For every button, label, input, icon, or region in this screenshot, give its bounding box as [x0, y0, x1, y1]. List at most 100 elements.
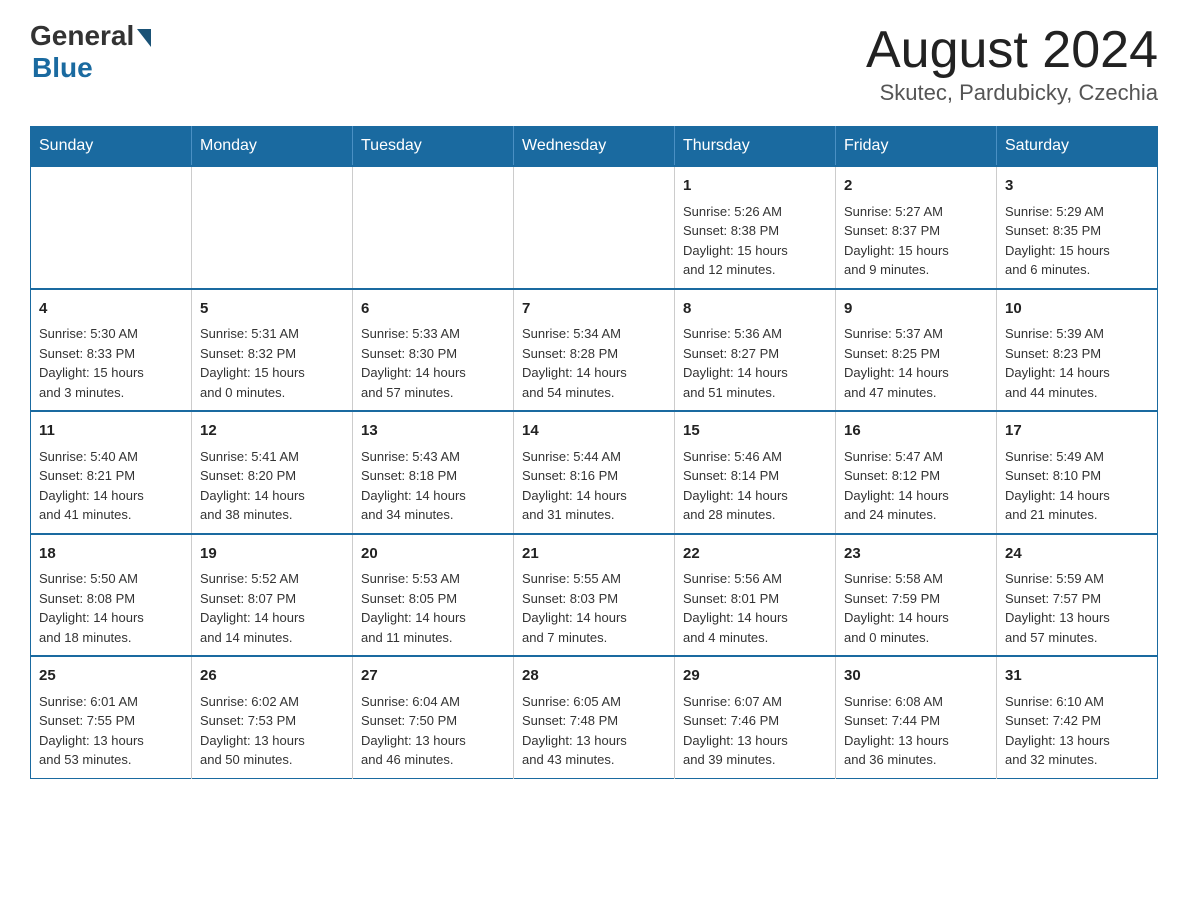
- day-number: 13: [361, 420, 505, 443]
- day-info: Sunrise: 5:30 AMSunset: 8:33 PMDaylight:…: [39, 324, 183, 402]
- calendar-cell: 11Sunrise: 5:40 AMSunset: 8:21 PMDayligh…: [31, 411, 192, 534]
- day-number: 27: [361, 665, 505, 688]
- week-row-3: 11Sunrise: 5:40 AMSunset: 8:21 PMDayligh…: [31, 411, 1158, 534]
- day-info: Sunrise: 5:52 AMSunset: 8:07 PMDaylight:…: [200, 569, 344, 647]
- day-info: Sunrise: 5:49 AMSunset: 8:10 PMDaylight:…: [1005, 447, 1149, 525]
- day-info: Sunrise: 5:56 AMSunset: 8:01 PMDaylight:…: [683, 569, 827, 647]
- day-info: Sunrise: 5:37 AMSunset: 8:25 PMDaylight:…: [844, 324, 988, 402]
- weekday-header-thursday: Thursday: [675, 127, 836, 167]
- calendar-cell: 8 Sunrise: 5:36 AMSunset: 8:27 PMDaylight…: [675, 289, 836, 412]
- week-row-5: 25 Sunrise: 6:01 AMSunset: 7:55 PMDayligh…: [31, 656, 1158, 778]
- day-number: 14: [522, 420, 666, 443]
- week-row-4: 18Sunrise: 5:50 AMSunset: 8:08 PMDayligh…: [31, 534, 1158, 657]
- logo-blue-text: Blue: [32, 52, 93, 84]
- day-info: Sunrise: 6:01 AMSunset: 7:55 PMDaylight:…: [39, 692, 183, 770]
- day-info: Sunrise: 5:39 AMSunset: 8:23 PMDaylight:…: [1005, 324, 1149, 402]
- weekday-header-wednesday: Wednesday: [514, 127, 675, 167]
- day-number: 8: [683, 298, 827, 321]
- calendar-cell: [514, 166, 675, 289]
- day-info: Sunrise: 5:43 AMSunset: 8:18 PMDaylight:…: [361, 447, 505, 525]
- day-info: Sunrise: 5:26 AMSunset: 8:38 PMDaylight:…: [683, 202, 827, 280]
- calendar-cell: 29 Sunrise: 6:07 AMSunset: 7:46 PMDayligh…: [675, 656, 836, 778]
- calendar-cell: 22Sunrise: 5:56 AMSunset: 8:01 PMDayligh…: [675, 534, 836, 657]
- calendar-cell: [31, 166, 192, 289]
- weekday-header-saturday: Saturday: [997, 127, 1158, 167]
- day-number: 23: [844, 543, 988, 566]
- calendar-cell: 26Sunrise: 6:02 AMSunset: 7:53 PMDayligh…: [192, 656, 353, 778]
- day-info: Sunrise: 5:55 AMSunset: 8:03 PMDaylight:…: [522, 569, 666, 647]
- day-info: Sunrise: 5:59 AMSunset: 7:57 PMDaylight:…: [1005, 569, 1149, 647]
- calendar-cell: 20 Sunrise: 5:53 AMSunset: 8:05 PMDayligh…: [353, 534, 514, 657]
- weekday-header-tuesday: Tuesday: [353, 127, 514, 167]
- day-info: Sunrise: 6:02 AMSunset: 7:53 PMDaylight:…: [200, 692, 344, 770]
- calendar-cell: 5Sunrise: 5:31 AMSunset: 8:32 PMDaylight…: [192, 289, 353, 412]
- day-info: Sunrise: 5:53 AMSunset: 8:05 PMDaylight:…: [361, 569, 505, 647]
- week-row-1: 1 Sunrise: 5:26 AMSunset: 8:38 PMDaylight…: [31, 166, 1158, 289]
- calendar-cell: 6Sunrise: 5:33 AMSunset: 8:30 PMDaylight…: [353, 289, 514, 412]
- calendar-cell: 13 Sunrise: 5:43 AMSunset: 8:18 PMDayligh…: [353, 411, 514, 534]
- day-info: Sunrise: 6:05 AMSunset: 7:48 PMDaylight:…: [522, 692, 666, 770]
- day-number: 9: [844, 298, 988, 321]
- day-number: 7: [522, 298, 666, 321]
- calendar-cell: 4 Sunrise: 5:30 AMSunset: 8:33 PMDaylight…: [31, 289, 192, 412]
- day-number: 24: [1005, 543, 1149, 566]
- calendar-cell: 14 Sunrise: 5:44 AMSunset: 8:16 PMDayligh…: [514, 411, 675, 534]
- day-number: 1: [683, 175, 827, 198]
- day-number: 25: [39, 665, 183, 688]
- day-info: Sunrise: 5:33 AMSunset: 8:30 PMDaylight:…: [361, 324, 505, 402]
- day-info: Sunrise: 5:36 AMSunset: 8:27 PMDaylight:…: [683, 324, 827, 402]
- day-info: Sunrise: 6:08 AMSunset: 7:44 PMDaylight:…: [844, 692, 988, 770]
- calendar-cell: 2 Sunrise: 5:27 AMSunset: 8:37 PMDaylight…: [836, 166, 997, 289]
- day-number: 2: [844, 175, 988, 198]
- day-number: 11: [39, 420, 183, 443]
- calendar-cell: 7 Sunrise: 5:34 AMSunset: 8:28 PMDaylight…: [514, 289, 675, 412]
- calendar-cell: 19 Sunrise: 5:52 AMSunset: 8:07 PMDayligh…: [192, 534, 353, 657]
- calendar-cell: 27 Sunrise: 6:04 AMSunset: 7:50 PMDayligh…: [353, 656, 514, 778]
- day-number: 4: [39, 298, 183, 321]
- calendar-cell: 23 Sunrise: 5:58 AMSunset: 7:59 PMDayligh…: [836, 534, 997, 657]
- day-info: Sunrise: 5:50 AMSunset: 8:08 PMDaylight:…: [39, 569, 183, 647]
- weekday-header-monday: Monday: [192, 127, 353, 167]
- day-info: Sunrise: 5:41 AMSunset: 8:20 PMDaylight:…: [200, 447, 344, 525]
- day-number: 10: [1005, 298, 1149, 321]
- calendar-cell: 15Sunrise: 5:46 AMSunset: 8:14 PMDayligh…: [675, 411, 836, 534]
- day-number: 12: [200, 420, 344, 443]
- weekday-header-row: SundayMondayTuesdayWednesdayThursdayFrid…: [31, 127, 1158, 167]
- logo: General Blue: [30, 20, 151, 84]
- day-number: 16: [844, 420, 988, 443]
- day-number: 3: [1005, 175, 1149, 198]
- title-block: August 2024 Skutec, Pardubicky, Czechia: [866, 20, 1158, 106]
- day-info: Sunrise: 6:04 AMSunset: 7:50 PMDaylight:…: [361, 692, 505, 770]
- day-number: 31: [1005, 665, 1149, 688]
- day-info: Sunrise: 5:47 AMSunset: 8:12 PMDaylight:…: [844, 447, 988, 525]
- day-number: 17: [1005, 420, 1149, 443]
- calendar-cell: [353, 166, 514, 289]
- day-number: 5: [200, 298, 344, 321]
- day-number: 29: [683, 665, 827, 688]
- day-info: Sunrise: 5:44 AMSunset: 8:16 PMDaylight:…: [522, 447, 666, 525]
- day-info: Sunrise: 5:58 AMSunset: 7:59 PMDaylight:…: [844, 569, 988, 647]
- calendar-cell: 17 Sunrise: 5:49 AMSunset: 8:10 PMDayligh…: [997, 411, 1158, 534]
- calendar-cell: [192, 166, 353, 289]
- calendar-cell: 10 Sunrise: 5:39 AMSunset: 8:23 PMDayligh…: [997, 289, 1158, 412]
- day-info: Sunrise: 5:34 AMSunset: 8:28 PMDaylight:…: [522, 324, 666, 402]
- day-number: 28: [522, 665, 666, 688]
- calendar-cell: 21Sunrise: 5:55 AMSunset: 8:03 PMDayligh…: [514, 534, 675, 657]
- day-number: 19: [200, 543, 344, 566]
- calendar-title: August 2024: [866, 20, 1158, 80]
- page-header: General Blue August 2024 Skutec, Pardubi…: [30, 20, 1158, 106]
- weekday-header-friday: Friday: [836, 127, 997, 167]
- calendar-cell: 31Sunrise: 6:10 AMSunset: 7:42 PMDayligh…: [997, 656, 1158, 778]
- day-info: Sunrise: 5:27 AMSunset: 8:37 PMDaylight:…: [844, 202, 988, 280]
- day-info: Sunrise: 6:07 AMSunset: 7:46 PMDaylight:…: [683, 692, 827, 770]
- calendar-cell: 1 Sunrise: 5:26 AMSunset: 8:38 PMDaylight…: [675, 166, 836, 289]
- day-number: 20: [361, 543, 505, 566]
- weekday-header-sunday: Sunday: [31, 127, 192, 167]
- day-info: Sunrise: 5:29 AMSunset: 8:35 PMDaylight:…: [1005, 202, 1149, 280]
- calendar-cell: 3 Sunrise: 5:29 AMSunset: 8:35 PMDaylight…: [997, 166, 1158, 289]
- calendar-table: SundayMondayTuesdayWednesdayThursdayFrid…: [30, 126, 1158, 779]
- week-row-2: 4 Sunrise: 5:30 AMSunset: 8:33 PMDaylight…: [31, 289, 1158, 412]
- calendar-cell: 25 Sunrise: 6:01 AMSunset: 7:55 PMDayligh…: [31, 656, 192, 778]
- calendar-cell: 16 Sunrise: 5:47 AMSunset: 8:12 PMDayligh…: [836, 411, 997, 534]
- calendar-cell: 24 Sunrise: 5:59 AMSunset: 7:57 PMDayligh…: [997, 534, 1158, 657]
